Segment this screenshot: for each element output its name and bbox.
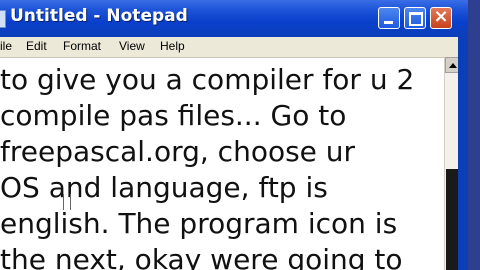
minimize-icon <box>384 21 393 24</box>
window-border <box>458 37 468 270</box>
text-cursor-icon <box>63 194 71 210</box>
menu-help[interactable]: Help <box>160 39 185 53</box>
menu-file[interactable]: ile <box>0 39 12 53</box>
close-icon: × <box>433 6 449 27</box>
editor-line: to give you a compiler for u 2 <box>0 63 415 96</box>
menu-bar: ile Edit Format View Help <box>0 37 468 57</box>
minimize-button[interactable] <box>378 7 400 29</box>
menu-view[interactable]: View <box>119 39 145 53</box>
menu-edit[interactable]: Edit <box>26 39 47 53</box>
close-button[interactable]: × <box>430 6 452 29</box>
maximize-button[interactable] <box>404 7 426 29</box>
editor-line: english. The program icon is <box>0 207 398 240</box>
arrow-up-icon <box>449 63 457 68</box>
notepad-window: Untitled - Notepad × ile Edit Format Vie… <box>0 0 468 270</box>
editor-line: OS and language, ftp is <box>0 171 328 204</box>
editor-line: freepascal.org, choose ur <box>0 135 356 168</box>
editor-line: the next, okay were going to <box>0 243 403 270</box>
editor-line: compile pas files... Go to <box>0 99 347 132</box>
scroll-up-button[interactable] <box>445 57 459 73</box>
menu-format[interactable]: Format <box>63 39 101 53</box>
scroll-thumb[interactable] <box>446 169 458 270</box>
vertical-scrollbar[interactable] <box>444 57 459 270</box>
title-bar[interactable]: Untitled - Notepad × <box>0 0 468 37</box>
notepad-icon[interactable] <box>0 10 6 28</box>
text-editor-area[interactable]: to give you a compiler for u 2 compile p… <box>0 57 444 270</box>
window-title: Untitled - Notepad <box>10 6 188 26</box>
maximize-icon <box>409 12 423 26</box>
